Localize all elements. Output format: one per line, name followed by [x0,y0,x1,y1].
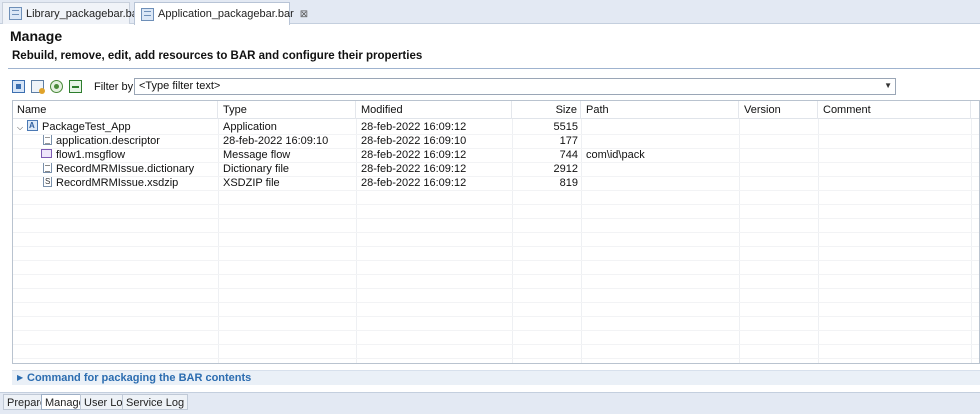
row-modified: 28-feb-2022 16:09:12 [361,177,467,189]
table-row[interactable]: RecordMRMIssue.xsdzip XSDZIP file 28-feb… [13,175,979,190]
column-header-version[interactable]: Version [740,101,818,119]
row-divider [13,218,979,219]
row-divider [13,134,979,135]
row-type: Dictionary file [223,163,290,175]
editor-tab-bar: Library_packagebar.bar Application_packa… [0,0,980,25]
row-divider [13,288,979,289]
row-modified: 28-feb-2022 16:09:12 [361,149,467,161]
tab-label: Application_packagebar.bar [158,8,294,20]
row-name-cell: ⌵ PackageTest_App [13,119,218,135]
descriptor-file-icon [43,134,52,145]
row-size: 744 [559,149,578,161]
row-type: 28-feb-2022 16:09:10 [223,135,329,147]
row-name: application.descriptor [56,135,160,147]
bottom-tab-bar: Prepare Manage User Log Service Log [0,392,980,414]
row-name: RecordMRMIssue.dictionary [56,163,195,175]
row-name-cell: RecordMRMIssue.dictionary [13,162,218,176]
close-icon[interactable]: ⊠ [300,9,308,20]
row-divider [13,302,979,303]
row-path [582,176,586,190]
add-icon[interactable] [69,80,82,93]
tab-application-packagebar[interactable]: Application_packagebar.bar ⊠ [134,2,308,25]
row-path [582,162,586,176]
row-size: 5515 [553,121,578,133]
chevron-down-icon[interactable]: ▼ [884,81,892,90]
row-divider [13,316,979,317]
message-flow-icon [41,149,52,158]
column-header-size[interactable]: Size [513,101,581,119]
column-header-name[interactable]: Name [13,101,218,119]
table-body: ⌵ PackageTest_App Application 28-feb-2022… [13,119,979,190]
row-name: PackageTest_App [42,121,131,133]
row-divider [13,148,979,149]
row-divider [13,260,979,261]
page-subtitle: Rebuild, remove, edit, add resources to … [12,50,423,62]
row-divider [13,358,979,359]
tab-service-log[interactable]: Service Log [122,394,189,410]
row-divider [13,274,979,275]
column-header-comment[interactable]: Comment [819,101,971,119]
resources-table: Name Type Modified Size Path Version Com… [12,100,980,364]
row-divider [13,344,979,345]
tab-label: Library_packagebar.bar [26,7,142,20]
bar-file-icon [9,7,22,20]
row-divider [13,190,979,191]
row-divider [13,330,979,331]
deploy-icon[interactable] [31,80,45,94]
row-modified: 28-feb-2022 16:09:12 [361,163,467,175]
row-type: Message flow [223,149,291,161]
row-name: RecordMRMIssue.xsdzip [56,177,179,189]
row-name-cell: flow1.msgflow [13,148,218,162]
dictionary-file-icon [43,162,52,173]
row-name: flow1.msgflow [56,149,126,161]
row-divider [13,176,979,177]
row-path: com\id\pack [586,149,645,161]
bar-file-icon [141,7,154,21]
filter-label: Filter by: [94,81,137,93]
table-row[interactable]: RecordMRMIssue.dictionary Dictionary fil… [13,162,979,176]
manage-toolbar [12,80,82,94]
row-path [582,120,586,134]
row-name-cell: RecordMRMIssue.xsdzip [13,175,218,190]
grid-icon[interactable] [12,80,25,93]
refresh-icon[interactable] [50,80,63,93]
filter-input[interactable]: <Type filter text> ▼ [134,78,896,95]
chevron-right-icon[interactable]: ▶ [17,373,23,382]
row-modified: 28-feb-2022 16:09:12 [361,121,467,133]
xsdzip-file-icon [43,175,52,189]
application-icon [27,119,38,133]
tab-library-packagebar[interactable]: Library_packagebar.bar [2,2,142,24]
row-type: Application [223,121,277,133]
row-divider [13,246,979,247]
row-size: 819 [559,177,578,189]
row-divider [13,162,979,163]
row-modified: 28-feb-2022 16:09:10 [361,135,467,147]
header-divider [8,68,980,69]
table-row[interactable]: ⌵ PackageTest_App Application 28-feb-2022… [13,119,979,135]
row-type: XSDZIP file [223,177,280,189]
row-divider [13,232,979,233]
row-path [582,134,586,148]
table-header: Name Type Modified Size Path Version Com… [13,101,979,119]
row-name-cell: application.descriptor [13,134,218,148]
chevron-down-icon[interactable]: ⌵ [17,121,27,135]
table-row[interactable]: application.descriptor 28-feb-2022 16:09… [13,134,979,148]
filter-input-text: <Type filter text> [139,80,221,92]
table-row[interactable]: flow1.msgflow Message flow 28-feb-2022 1… [13,148,979,162]
command-section-label[interactable]: Command for packaging the BAR contents [27,372,251,384]
column-header-path[interactable]: Path [582,101,739,119]
column-header-type[interactable]: Type [219,101,356,119]
page-title: Manage [10,28,63,44]
command-section-header[interactable]: ▶ Command for packaging the BAR contents [12,370,980,385]
row-divider [13,204,979,205]
column-header-modified[interactable]: Modified [357,101,512,119]
row-size: 177 [559,135,578,147]
row-size: 2912 [553,163,578,175]
